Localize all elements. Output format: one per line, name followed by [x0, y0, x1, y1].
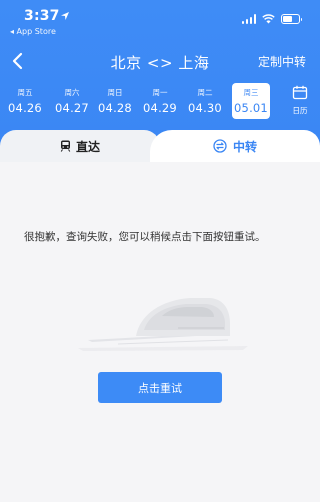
date-item[interactable]: 周日 04.28 [96, 83, 134, 119]
transfer-icon [213, 139, 227, 153]
calendar-icon [292, 85, 308, 100]
date-item[interactable]: 周一 04.29 [141, 83, 179, 119]
tab-direct-label: 直达 [75, 139, 100, 154]
location-arrow-icon [61, 12, 69, 20]
status-time: 3:37 [24, 8, 60, 24]
calendar-button[interactable]: 日历 [288, 85, 312, 117]
content-area: 很抱歉，查询失败，您可以稍候点击下面按钮重试。 点击重试 [0, 162, 320, 502]
nav-bar: 北京 <> 上海 定制中转 [0, 44, 320, 78]
date-weekday: 周六 [64, 88, 80, 97]
status-icons [241, 14, 302, 24]
date-item[interactable]: 周五 04.26 [6, 83, 44, 119]
date-item[interactable]: 周二 04.30 [186, 83, 224, 119]
date-item-selected[interactable]: 周三 05.01 [232, 83, 270, 119]
tab-transfer[interactable]: 中转 [150, 130, 320, 162]
date-value: 04.26 [8, 101, 42, 115]
date-weekday: 周三 [243, 88, 259, 97]
date-weekday: 周一 [152, 88, 168, 97]
train-illustration [78, 298, 248, 351]
date-weekday: 周日 [107, 88, 123, 97]
tab-transfer-label: 中转 [232, 139, 257, 154]
cellular-signal-icon [241, 14, 256, 24]
custom-transfer-button[interactable]: 定制中转 [258, 53, 306, 70]
wifi-icon [262, 14, 275, 24]
tab-bar: 直达 中转 [0, 130, 320, 162]
date-value: 05.01 [234, 101, 268, 115]
date-weekday: 周五 [17, 88, 33, 97]
date-weekday: 周二 [197, 88, 213, 97]
train-icon [60, 140, 71, 152]
tab-direct[interactable]: 直达 [0, 130, 160, 162]
calendar-label: 日历 [292, 106, 308, 115]
date-value: 04.30 [188, 101, 222, 115]
date-value: 04.28 [98, 101, 132, 115]
battery-icon [281, 14, 302, 24]
error-message: 很抱歉，查询失败，您可以稍候点击下面按钮重试。 [24, 231, 266, 243]
status-bar: 3:37 ◂ App Store [0, 0, 320, 40]
date-selector: 周五 04.26 周六 04.27 周日 04.28 周一 04.29 周二 0… [0, 83, 320, 123]
date-item[interactable]: 周六 04.27 [53, 83, 91, 119]
back-to-app-store-link[interactable]: ◂ App Store [10, 27, 56, 36]
date-value: 04.27 [55, 101, 89, 115]
retry-button[interactable]: 点击重试 [98, 372, 222, 403]
date-value: 04.29 [143, 101, 177, 115]
